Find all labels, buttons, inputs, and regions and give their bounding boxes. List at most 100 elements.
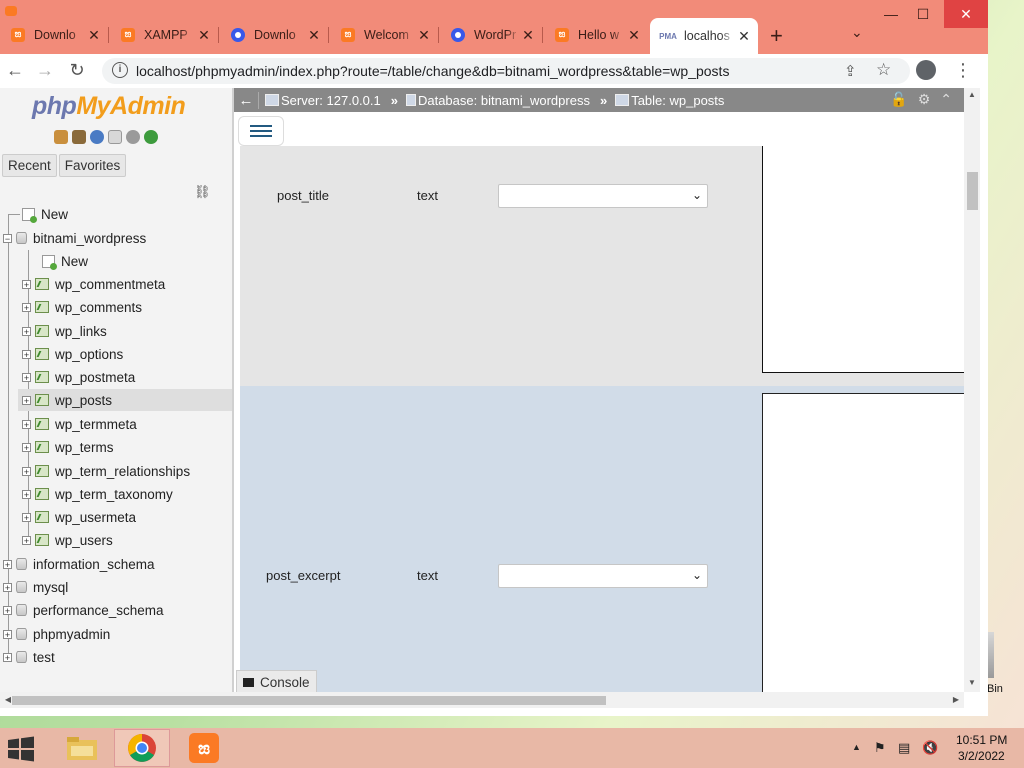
vertical-scrollbar[interactable]: ▲ ▼ (964, 88, 980, 692)
function-select[interactable]: ⌄ (498, 184, 708, 208)
expand-icon[interactable]: + (22, 466, 31, 476)
tree-table-wp-options[interactable]: + wp_options (22, 343, 123, 365)
home-icon[interactable] (54, 130, 68, 144)
tree-table-wp-term-relationships[interactable]: + wp_term_relationships (22, 460, 190, 482)
tree-table-wp-terms[interactable]: + wp_terms (22, 436, 114, 458)
scroll-up-icon[interactable]: ▲ (964, 90, 980, 99)
breadcrumb-database[interactable]: Database: bitnami_wordpress (405, 93, 590, 108)
scroll-down-icon[interactable]: ▼ (964, 678, 980, 687)
reload-nav-icon[interactable] (144, 130, 158, 144)
breadcrumb-server[interactable]: Server: 127.0.0.1 (265, 93, 381, 108)
maximize-icon[interactable]: ☐ (908, 6, 938, 26)
tab-download-1[interactable]: ಙ Downlo ✕ (0, 20, 108, 50)
collapse-icon[interactable]: − (3, 233, 12, 243)
horizontal-scrollbar[interactable]: ◀ ▶ (0, 692, 964, 708)
scroll-right-icon[interactable]: ▶ (948, 695, 964, 704)
tree-table-wp-commentmeta[interactable]: + wp_commentmeta (22, 273, 165, 295)
clock-date[interactable]: 3/2/2022 (958, 749, 1005, 763)
tab-localhost-active[interactable]: PMA localhos ✕ (650, 18, 758, 54)
console-toggle[interactable]: Console (236, 670, 317, 692)
docs-icon[interactable] (108, 130, 122, 144)
tree-db-test[interactable]: + test (3, 646, 55, 668)
expand-icon[interactable]: + (22, 326, 31, 336)
settings-gear-icon[interactable]: ⚙ (918, 91, 931, 108)
tree-table-wp-usermeta[interactable]: + wp_usermeta (22, 506, 136, 528)
tree-db-bitnami-wordpress[interactable]: − bitnami_wordpress (3, 227, 146, 249)
tree-new-table[interactable]: New (42, 250, 88, 272)
settings-gear-icon[interactable] (126, 130, 140, 144)
favorites-tab[interactable]: Favorites (58, 154, 127, 177)
profile-avatar-icon[interactable] (916, 60, 936, 80)
expand-icon[interactable]: + (22, 419, 31, 429)
expand-icon[interactable]: + (3, 652, 12, 662)
clock-time[interactable]: 10:51 PM (956, 733, 1007, 747)
windows-start-icon[interactable] (6, 736, 40, 762)
breadcrumb-table[interactable]: Table: wp_posts (615, 93, 724, 108)
tree-table-wp-term-taxonomy[interactable]: + wp_term_taxonomy (22, 483, 173, 505)
tab-download-2[interactable]: Downlo ✕ (220, 20, 328, 50)
minimize-icon[interactable]: — (876, 6, 906, 26)
expand-icon[interactable]: + (22, 279, 31, 289)
network-icon[interactable]: ▤ (898, 740, 910, 756)
url-text[interactable]: localhost/phpmyadmin/index.php?route=/ta… (136, 63, 729, 79)
value-textarea[interactable] (762, 146, 964, 373)
function-select[interactable]: ⌄ (498, 564, 708, 588)
tree-db-performance-schema[interactable]: + performance_schema (3, 599, 164, 621)
share-icon[interactable]: ⇪ (844, 62, 857, 80)
xampp-taskbar-icon[interactable]: ಙ (176, 729, 232, 767)
tab-hello-world[interactable]: ಙ Hello w ✕ (544, 20, 648, 50)
tab-close-icon[interactable]: ✕ (520, 27, 536, 44)
horizontal-scroll-thumb[interactable] (12, 696, 606, 705)
reload-icon[interactable]: ↻ (65, 60, 89, 82)
expand-icon[interactable]: + (3, 629, 12, 639)
tab-close-icon[interactable]: ✕ (86, 27, 102, 44)
tab-search-chevron-icon[interactable]: ⌄ (851, 24, 863, 41)
tree-table-wp-termmeta[interactable]: + wp_termmeta (22, 413, 137, 435)
tree-new-database[interactable]: New (22, 203, 68, 225)
tab-wordpress[interactable]: WordPr ✕ (440, 20, 542, 50)
tab-xampp[interactable]: ಙ XAMPP ✕ (110, 20, 218, 50)
expand-icon[interactable]: + (22, 372, 31, 382)
tree-table-wp-posts[interactable]: + wp_posts (18, 389, 232, 411)
tab-close-icon[interactable]: ✕ (416, 27, 432, 44)
recycle-bin-icon[interactable] (988, 632, 994, 678)
recent-tab[interactable]: Recent (2, 154, 57, 177)
lock-icon[interactable]: 🔓 (890, 91, 907, 108)
tab-close-icon[interactable]: ✕ (196, 27, 212, 44)
tab-close-icon[interactable]: ✕ (626, 27, 642, 44)
expand-icon[interactable]: + (22, 512, 31, 522)
back-arrow-icon[interactable]: ← (3, 60, 27, 82)
address-bar[interactable]: i localhost/phpmyadmin/index.php?route=/… (102, 58, 910, 84)
expand-icon[interactable]: + (22, 535, 31, 545)
expand-icon[interactable]: + (3, 582, 12, 592)
bookmark-star-icon[interactable]: ☆ (876, 60, 891, 80)
site-info-icon[interactable]: i (112, 62, 128, 78)
browser-menu-icon[interactable]: ⋮ (954, 60, 972, 81)
link-with-main-panel-icon[interactable]: ⛓ (194, 184, 211, 200)
tree-db-mysql[interactable]: + mysql (3, 576, 68, 598)
value-textarea[interactable] (762, 393, 964, 692)
phpmyadmin-logo[interactable]: phpMyAdmin (32, 92, 186, 121)
tree-table-wp-links[interactable]: + wp_links (22, 320, 107, 342)
forward-arrow-icon[interactable]: → (33, 60, 57, 82)
expand-icon[interactable]: + (3, 605, 12, 615)
tab-welcome[interactable]: ಙ Welcom ✕ (330, 20, 438, 50)
expand-icon[interactable]: + (22, 489, 31, 499)
action-center-flag-icon[interactable]: ⚑ (874, 740, 886, 756)
collapse-nav-arrow-icon[interactable]: ← (234, 91, 259, 109)
hamburger-menu-icon[interactable] (238, 116, 284, 146)
chrome-icon[interactable] (114, 729, 170, 767)
file-explorer-icon[interactable] (54, 729, 110, 767)
tree-table-wp-postmeta[interactable]: + wp_postmeta (22, 366, 135, 388)
tree-db-phpmyadmin[interactable]: + phpmyadmin (3, 623, 110, 645)
tree-table-wp-comments[interactable]: + wp_comments (22, 296, 142, 318)
tab-close-icon[interactable]: ✕ (306, 27, 322, 44)
expand-icon[interactable]: + (22, 302, 31, 312)
tree-table-wp-users[interactable]: + wp_users (22, 529, 113, 551)
tab-close-icon[interactable]: ✕ (736, 28, 752, 45)
expand-icon[interactable]: + (22, 349, 31, 359)
tray-overflow-icon[interactable]: ▲ (852, 742, 861, 752)
expand-icon[interactable]: + (3, 559, 12, 569)
tree-db-information-schema[interactable]: + information_schema (3, 553, 155, 575)
new-tab-plus-icon[interactable]: + (770, 23, 783, 49)
